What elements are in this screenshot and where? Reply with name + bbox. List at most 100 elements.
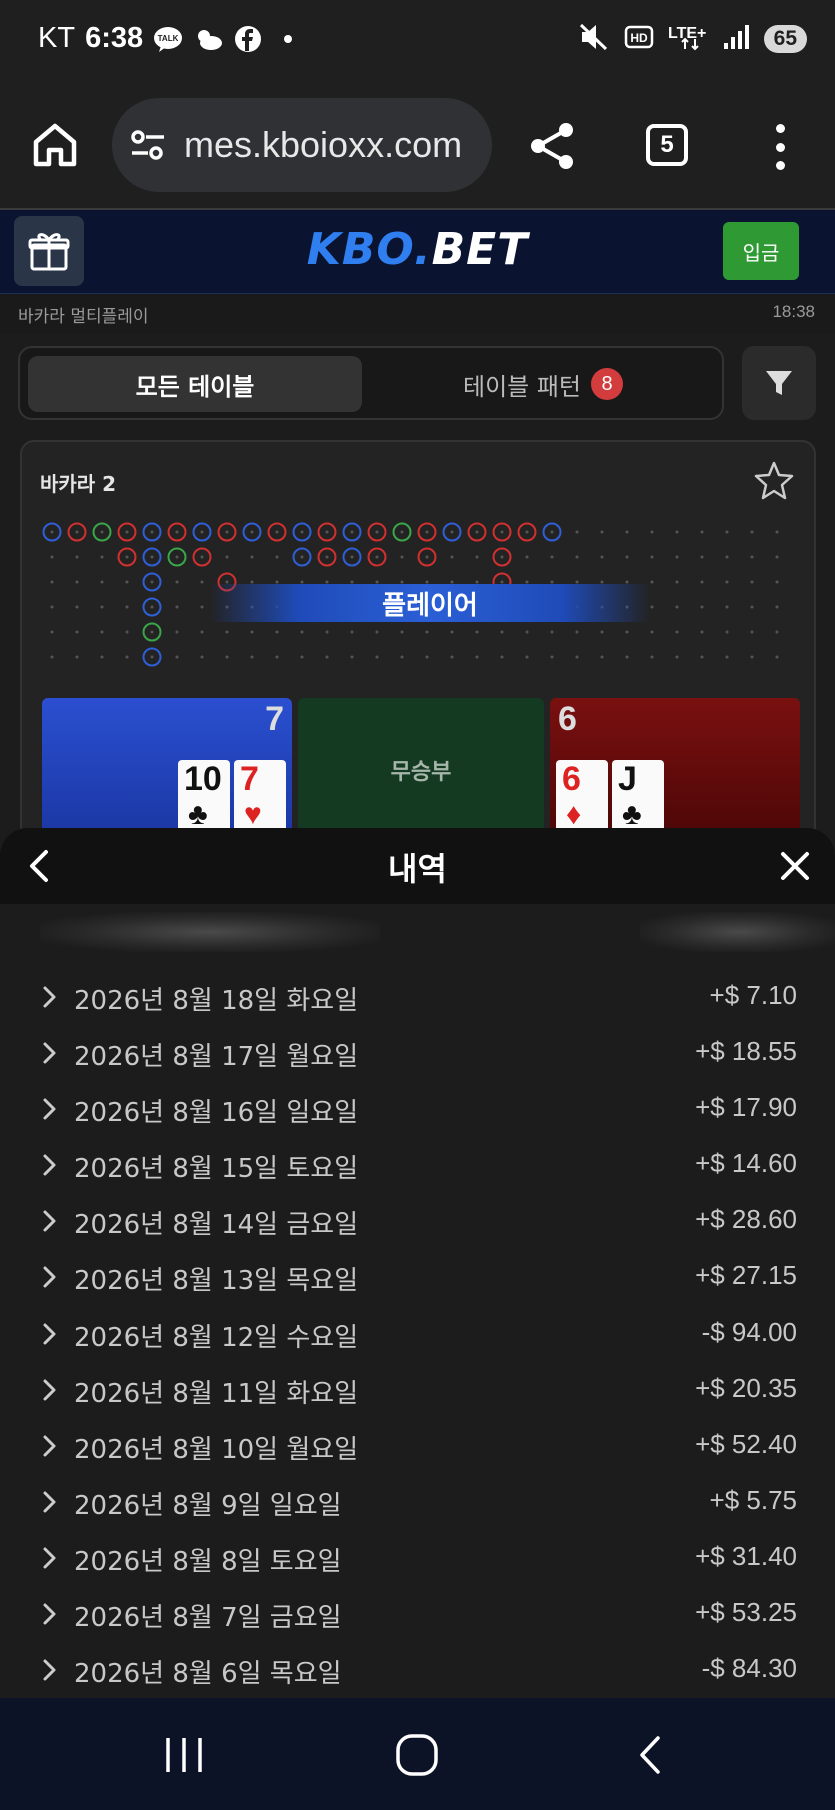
banker-score: 6 [558, 700, 577, 738]
history-date: 2026년 8월 11일 화요일 [74, 1378, 359, 1409]
chevron-right-icon [43, 1659, 56, 1681]
tie-area[interactable]: 무승부 [298, 698, 544, 838]
chevron-right-icon [43, 1154, 56, 1176]
history-amount: +$ 7.10 [709, 980, 797, 1010]
history-row[interactable]: 2026년 8월 18일 화요일 +$ 7.10 [0, 968, 835, 1024]
loading-placeholder [0, 904, 835, 956]
history-row[interactable]: 2026년 8월 10일 월요일 +$ 52.40 [0, 1417, 835, 1473]
player-hand[interactable]: 7 10 ♣ 7 ♥ [42, 698, 292, 838]
status-bar: KT 6:38 TALK HD LTE+ 65 [0, 0, 835, 84]
table-filter-tabs: 모든 테이블 테이블 패턴 8 [18, 346, 724, 420]
site-header: KBO.BET 입금 [0, 210, 835, 294]
home-icon[interactable] [394, 1732, 440, 1778]
tab-all-tables[interactable]: 모든 테이블 [28, 356, 362, 412]
history-row[interactable]: 2026년 8월 8일 토요일 +$ 31.40 [0, 1529, 835, 1585]
weather-icon [193, 24, 223, 54]
history-amount: -$ 84.30 [701, 1653, 797, 1684]
history-date: 2026년 8월 17일 월요일 [74, 1042, 359, 1073]
history-date: 2026년 8월 18일 화요일 [74, 986, 359, 1016]
tab-switcher-button[interactable]: 5 [646, 124, 688, 166]
banker-hand[interactable]: 6 6 ♦ J ♣ [550, 698, 800, 838]
history-amount: +$ 31.40 [695, 1540, 797, 1571]
facebook-icon [233, 24, 263, 54]
tab-table-pattern-label: 테이블 패턴 [462, 372, 582, 401]
browser-home-icon[interactable] [30, 120, 80, 170]
history-row[interactable]: 2026년 8월 6일 목요일 -$ 84.30 [0, 1641, 835, 1697]
history-amount: +$ 17.90 [695, 1092, 797, 1123]
app-root: KT 6:38 TALK HD LTE+ 65 mes.kboioxx.com … [0, 0, 835, 1810]
carrier-label: KT [38, 22, 76, 54]
history-sheet: 내역 2026년 8월 18일 화요일 +$ 7.10 2026년 8월 17일 월… [0, 828, 835, 1698]
history-row[interactable]: 2026년 8월 13일 목요일 +$ 27.15 [0, 1248, 835, 1304]
history-date: 2026년 8월 14일 금요일 [74, 1210, 359, 1241]
history-row[interactable]: 2026년 8월 17일 월요일 +$ 18.55 [0, 1024, 835, 1080]
chevron-right-icon [43, 1547, 56, 1569]
history-amount: +$ 27.15 [695, 1260, 797, 1291]
tab-table-pattern[interactable]: 테이블 패턴 8 [368, 356, 718, 412]
filter-button[interactable] [742, 346, 816, 420]
filter-icon [766, 371, 792, 395]
game-clock: 18:38 [772, 302, 815, 321]
chevron-right-icon [43, 1042, 56, 1064]
favorite-star-icon[interactable] [754, 460, 794, 500]
url-text: mes.kboioxx.com [184, 124, 463, 165]
recent-apps-icon[interactable] [164, 1736, 204, 1774]
history-amount: +$ 14.60 [695, 1148, 797, 1179]
history-row[interactable]: 2026년 8월 14일 금요일 +$ 28.60 [0, 1192, 835, 1248]
page-subheader: 바카라 멀티플레이 18:38 [0, 294, 835, 334]
mute-icon [578, 22, 610, 56]
share-icon[interactable] [528, 120, 576, 172]
history-date: 2026년 8월 16일 일요일 [74, 1098, 359, 1129]
baccarat-table-card[interactable]: 바카라 2 플레이어 7 10 ♣ 7 ♥ 무승부 6 6 ♦ J ♣ [20, 440, 816, 840]
chevron-right-icon [43, 1098, 56, 1120]
history-date: 2026년 8월 12일 수요일 [74, 1322, 359, 1353]
history-title: 내역 [388, 850, 447, 888]
history-date: 2026년 8월 15일 토요일 [74, 1154, 359, 1185]
address-bar[interactable]: mes.kboioxx.com [112, 98, 492, 192]
hd-icon: HD [624, 24, 654, 54]
chevron-right-icon [43, 1491, 56, 1513]
close-icon[interactable] [777, 848, 813, 884]
page-title: 바카라 멀티플레이 [18, 307, 149, 327]
result-banner: 플레이어 [210, 584, 650, 622]
svg-text:TALK: TALK [158, 34, 179, 43]
history-row[interactable]: 2026년 8월 16일 일요일 +$ 17.90 [0, 1080, 835, 1136]
chevron-right-icon [43, 1379, 56, 1401]
chevron-right-icon [43, 986, 56, 1008]
history-date: 2026년 8월 8일 토요일 [74, 1546, 342, 1577]
back-icon[interactable] [636, 1734, 664, 1776]
history-amount: +$ 53.25 [695, 1597, 797, 1628]
chevron-right-icon [43, 1323, 56, 1345]
system-nav-bar [0, 1698, 835, 1810]
history-date: 2026년 8월 7일 금요일 [74, 1603, 342, 1634]
more-menu-icon[interactable] [768, 124, 792, 170]
chevron-right-icon [43, 1266, 56, 1288]
svg-text:HD: HD [630, 31, 648, 45]
history-row[interactable]: 2026년 8월 15일 토요일 +$ 14.60 [0, 1136, 835, 1192]
clock-label: 6:38 [85, 22, 144, 54]
table-name: 바카라 2 [40, 472, 117, 496]
site-settings-icon[interactable] [128, 125, 168, 165]
history-date: 2026년 8월 13일 목요일 [74, 1266, 359, 1297]
deposit-button[interactable]: 입금 [723, 222, 799, 280]
history-date: 2026년 8월 10일 월요일 [74, 1434, 359, 1465]
history-amount: +$ 5.75 [709, 1484, 797, 1515]
site-logo[interactable]: KBO.BET [0, 224, 835, 275]
history-list: 2026년 8월 18일 화요일 +$ 7.10 2026년 8월 17일 월요일 +… [0, 968, 835, 1697]
player-score: 7 [265, 700, 284, 738]
history-row[interactable]: 2026년 8월 9일 일요일 +$ 5.75 [0, 1473, 835, 1529]
signal-icon [722, 23, 750, 55]
history-amount: -$ 94.00 [701, 1316, 797, 1347]
tie-label: 무승부 [390, 760, 452, 785]
history-row[interactable]: 2026년 8월 7일 금요일 +$ 53.25 [0, 1585, 835, 1641]
history-row[interactable]: 2026년 8월 12일 수요일 -$ 94.00 [0, 1305, 835, 1361]
chevron-right-icon [43, 1435, 56, 1457]
battery-indicator: 65 [763, 25, 807, 53]
history-row[interactable]: 2026년 8월 11일 화요일 +$ 20.35 [0, 1361, 835, 1417]
history-sheet-header: 내역 [0, 828, 835, 904]
lte-icon: LTE+ [668, 22, 708, 56]
history-date: 2026년 8월 6일 목요일 [74, 1659, 342, 1690]
chevron-right-icon [43, 1603, 56, 1625]
history-amount: +$ 18.55 [695, 1036, 797, 1067]
history-amount: +$ 28.60 [695, 1204, 797, 1235]
